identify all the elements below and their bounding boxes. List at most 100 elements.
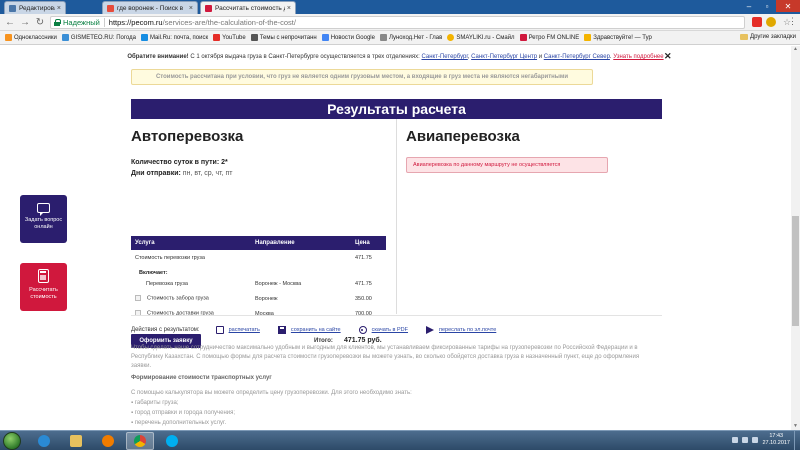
divider — [131, 315, 662, 316]
bookmark-item[interactable]: Ретро FM ONLINE — [519, 34, 579, 41]
forward-icon[interactable]: → — [19, 16, 31, 28]
print-link[interactable]: распечатать — [215, 326, 260, 334]
departure-value: пн, вт, ср, чт, пт — [182, 170, 233, 177]
actions-label: Действия с результатом: — [131, 327, 200, 333]
tab-edit-post[interactable]: Редактировать сообщ × — [4, 1, 66, 14]
email-link[interactable]: переслать по эл.почте — [426, 326, 496, 334]
lunohod-icon — [379, 34, 387, 41]
smiley-icon — [447, 34, 455, 41]
ie-taskbar-icon[interactable] — [30, 432, 58, 450]
yandex-favicon-icon — [107, 4, 114, 12]
media-player-taskbar-icon[interactable] — [94, 432, 122, 450]
window-controls: – ▫ ✕ — [740, 0, 800, 12]
skype-taskbar-icon[interactable] — [158, 432, 186, 450]
tray-icon[interactable] — [732, 437, 738, 443]
departure-label: Дни отправки: — [131, 170, 181, 177]
volume-icon[interactable] — [752, 437, 758, 443]
page-scrollbar[interactable]: ▲ ▼ — [791, 46, 800, 430]
vk-favicon-icon — [9, 4, 16, 12]
list-item: ▪ город отправки и города получения; — [131, 410, 236, 416]
bookmark-item[interactable]: YouTube — [213, 34, 246, 41]
calculator-icon — [38, 269, 49, 283]
close-window-icon[interactable]: ✕ — [776, 0, 800, 12]
bookmark-item[interactable]: Mail.Ru: почта, поиск — [140, 34, 208, 41]
table-row: Перевозка груза Воронеж - Москва 471.75 — [146, 280, 372, 287]
result-actions: Действия с результатом: распечатать сохр… — [131, 324, 662, 336]
url-path: /services-are/the-calculation-of-the-cos… — [162, 18, 296, 27]
includes-label: Включает: — [139, 270, 168, 276]
start-button[interactable] — [3, 432, 21, 450]
ask-question-widget[interactable]: Задать вопрос онлайн — [20, 195, 67, 243]
save-link[interactable]: сохранить на сайте — [277, 326, 341, 334]
close-tab-icon[interactable]: × — [189, 5, 193, 12]
auto-title: Автоперевозка — [131, 128, 244, 145]
list-item: ▪ габариты груза; — [131, 400, 179, 406]
save-icon — [277, 326, 286, 334]
tab-calc-cost[interactable]: Рассчитать стоимость д × — [200, 1, 296, 14]
explorer-taskbar-icon[interactable] — [62, 432, 90, 450]
pickup-checkbox[interactable] — [135, 295, 141, 302]
divider — [103, 18, 105, 27]
tab-search[interactable]: где воронеж - Поиск в × — [102, 1, 198, 14]
bookmark-item[interactable]: Здравствуйте! — Тур — [584, 34, 652, 41]
extension-icon[interactable] — [766, 17, 776, 27]
total-value: 471.75 руб. — [344, 337, 382, 344]
bookmarks-bar: Одноклассники GISMETEO.RU: Погода Mail.R… — [0, 31, 800, 45]
gismeteo-icon — [61, 34, 69, 41]
page-content: Обратите внимание! С 1 октября выдача гр… — [0, 46, 791, 430]
bookmark-item[interactable]: Одноклассники — [5, 34, 57, 41]
forum-icon — [250, 34, 258, 41]
browser-tab-bar: Редактировать сообщ × где воронеж - Поис… — [0, 0, 800, 14]
lock-icon — [54, 19, 61, 26]
calculate-cost-widget[interactable]: Рассчитать стоимость — [20, 263, 67, 311]
col-direction: Направление — [251, 236, 351, 250]
auto-meta: Количество суток в пути: 2* Дни отправки… — [131, 157, 396, 179]
table-header: Услуга Направление Цена — [131, 236, 386, 250]
other-bookmarks[interactable]: Другие закладки — [740, 34, 796, 40]
section-heading: Формирование стоимости транспортных услу… — [131, 375, 272, 381]
url-host: https://pecom.ru — [108, 18, 163, 27]
reload-icon[interactable]: ↻ — [34, 16, 46, 28]
menu-icon[interactable]: ⋮ — [788, 16, 797, 27]
back-icon[interactable]: ← — [4, 16, 16, 28]
scroll-down-icon[interactable]: ▼ — [792, 423, 799, 430]
scroll-up-icon[interactable]: ▲ — [792, 46, 799, 53]
windows-taskbar: 17:43 27.10.2017 — [0, 430, 800, 450]
chrome-taskbar-icon[interactable] — [126, 432, 154, 450]
bookmark-item[interactable]: Темы с непрочитанн — [250, 34, 317, 41]
tour-icon — [584, 34, 592, 41]
url-field[interactable]: Надежный https://pecom.ru/services-are/t… — [50, 16, 791, 29]
col-service: Услуга — [131, 236, 251, 250]
close-tab-icon[interactable]: × — [57, 5, 61, 12]
avia-title: Авиаперевозка — [406, 128, 520, 145]
maximize-icon[interactable]: ▫ — [758, 0, 776, 12]
extension-icon[interactable] — [752, 17, 762, 27]
ok-icon — [5, 34, 12, 41]
divider — [396, 119, 397, 314]
results-title: Результаты расчета — [131, 99, 662, 119]
bookmark-item[interactable]: Луноход.Нет - Глав — [379, 34, 442, 41]
avia-column: Авиаперевозка Авиаперевозка по данному м… — [406, 119, 662, 314]
folder-icon — [740, 34, 749, 40]
chat-icon — [37, 203, 50, 216]
send-icon — [426, 326, 435, 334]
print-icon — [215, 326, 224, 334]
close-icon[interactable]: ✕ — [664, 51, 672, 62]
bookmark-item[interactable]: SMAYLIKI.ru - Смайл — [447, 34, 515, 41]
table-row: Стоимость забора груза Воронеж 350.00 — [131, 291, 386, 306]
clock[interactable]: 17:43 27.10.2017 — [762, 433, 790, 447]
scroll-thumb[interactable] — [792, 216, 799, 326]
bookmark-item[interactable]: GISMETEO.RU: Погода — [61, 34, 136, 41]
intro-text: Чтобы сделать наше сотрудничество максим… — [131, 345, 640, 369]
pecom-favicon-icon — [205, 4, 212, 12]
bookmark-item[interactable]: Новости Google — [321, 34, 375, 41]
table-row: Включает: — [131, 265, 386, 276]
youtube-icon — [213, 34, 221, 41]
calc-info: С помощью калькулятора вы можете определ… — [131, 390, 412, 426]
close-tab-icon[interactable]: × — [287, 5, 291, 12]
minimize-icon[interactable]: – — [740, 0, 758, 12]
col-price: Цена — [351, 236, 386, 250]
tray-icon[interactable] — [742, 437, 748, 443]
pdf-link[interactable]: скачать в PDF — [358, 326, 408, 334]
show-desktop-button[interactable] — [794, 431, 800, 450]
